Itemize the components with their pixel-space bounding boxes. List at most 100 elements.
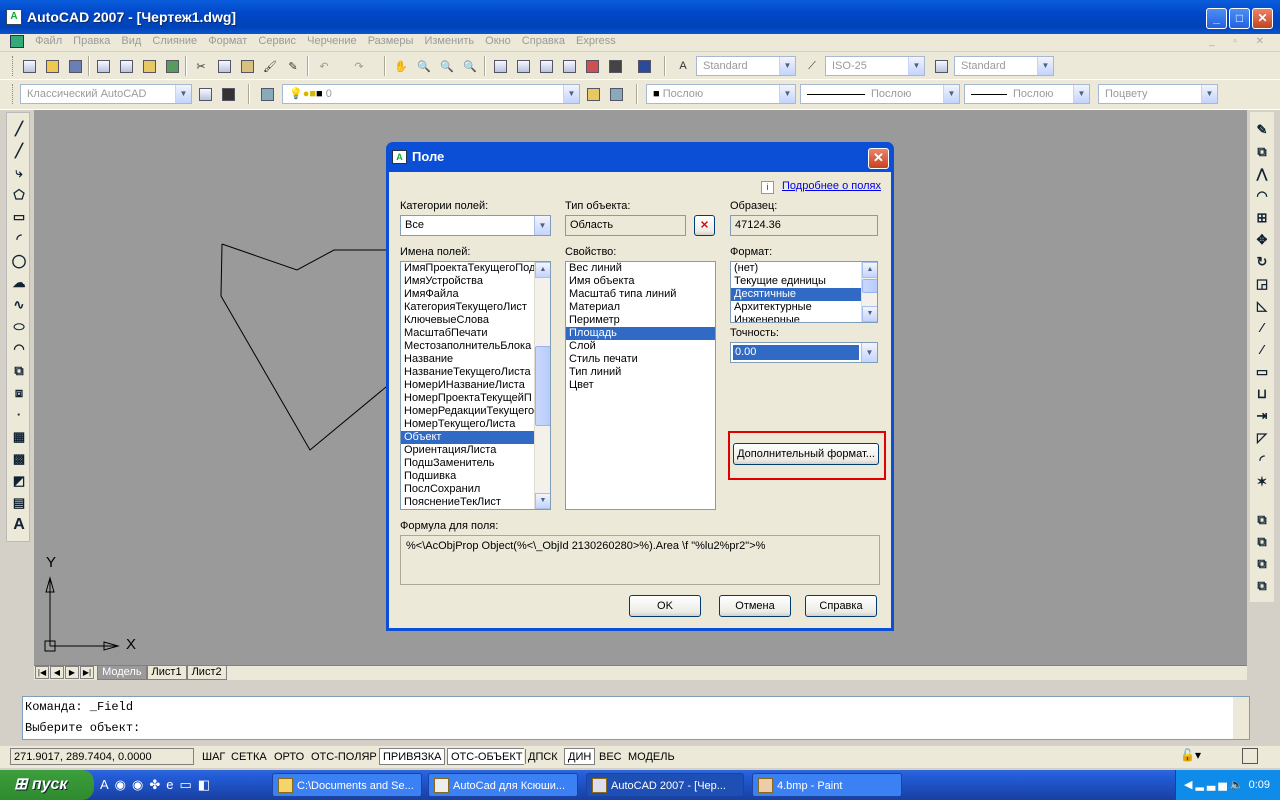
- scroll-down-icon[interactable]: ▼: [535, 493, 550, 509]
- dropdown-arrow-icon[interactable]: ▼: [779, 57, 795, 75]
- field-names-list[interactable]: ИмяПроектаТекущегоПод ИмяУстройства ИмяФай…: [400, 261, 551, 510]
- help-button[interactable]: Справка: [805, 595, 877, 617]
- bring-to-front-icon[interactable]: ⧉: [1254, 534, 1270, 550]
- dimension-style-combo[interactable]: ISO-25 ▼: [825, 56, 925, 76]
- circle-icon[interactable]: ◯: [11, 253, 27, 269]
- command-scrollbar[interactable]: [1233, 697, 1249, 739]
- snap-toggle[interactable]: ШАГ: [198, 748, 230, 765]
- send-to-back-icon[interactable]: ⧉: [1254, 556, 1270, 572]
- tray-lock-icon[interactable]: 🔓▾: [1180, 748, 1220, 765]
- offset-icon[interactable]: ◠: [1254, 188, 1270, 204]
- field-name-item[interactable]: НомерИНазваниеЛиста: [401, 379, 534, 392]
- erase-icon[interactable]: ✎: [1254, 122, 1270, 138]
- save-icon[interactable]: [66, 57, 84, 75]
- undo-icon[interactable]: ↶: [315, 57, 333, 75]
- polyline-icon[interactable]: ⤷: [11, 165, 27, 181]
- move-icon[interactable]: ✥: [1254, 232, 1270, 248]
- osnap-toggle[interactable]: ПРИВЯЗКА: [379, 748, 446, 765]
- copy-icon[interactable]: [215, 57, 233, 75]
- field-name-item[interactable]: ПояснениеТекЛист: [401, 496, 534, 509]
- format-scrollbar[interactable]: ▲ ▼: [861, 262, 877, 322]
- construction-line-icon[interactable]: ╱: [11, 143, 27, 159]
- field-name-item[interactable]: НомерРедакцииТекущего: [401, 405, 534, 418]
- fillet-icon[interactable]: ◜: [1254, 452, 1270, 468]
- property-item[interactable]: Площадь: [566, 327, 715, 340]
- cancel-button[interactable]: Отмена: [719, 595, 791, 617]
- scroll-thumb[interactable]: [535, 346, 550, 426]
- plot-preview-icon[interactable]: [117, 57, 135, 75]
- dropdown-arrow-icon[interactable]: ▼: [861, 343, 877, 362]
- mdi-window-controls-icon[interactable]: _ ▫ ✕: [1209, 36, 1272, 47]
- field-name-item[interactable]: Подшивка: [401, 470, 534, 483]
- array-icon[interactable]: ⊞: [1254, 210, 1270, 226]
- format-list[interactable]: (нет) Текущие единицы Десятичные Архитектур…: [730, 261, 878, 323]
- next-tab-icon[interactable]: ▶: [65, 666, 79, 679]
- taskbar-item-paint[interactable]: 4.bmp - Paint: [752, 773, 902, 797]
- workspace-settings-icon[interactable]: [196, 85, 214, 103]
- draw-order-icon[interactable]: ⧉: [1254, 512, 1270, 528]
- scroll-up-icon[interactable]: ▲: [535, 262, 550, 278]
- property-item[interactable]: Материал: [566, 301, 715, 314]
- format-item[interactable]: Архитектурные: [731, 301, 861, 314]
- publish-icon[interactable]: [140, 57, 158, 75]
- menu-file[interactable]: Файл: [31, 34, 66, 49]
- more-about-fields-link[interactable]: Подробнее о полях: [782, 180, 881, 192]
- point-icon[interactable]: ·: [11, 407, 27, 423]
- text-style-combo[interactable]: Standard ▼: [696, 56, 796, 76]
- dropdown-arrow-icon[interactable]: ▼: [943, 85, 959, 103]
- field-name-item[interactable]: ИмяПроектаТекущегоПод: [401, 262, 534, 275]
- menu-express[interactable]: Express: [572, 34, 620, 49]
- scroll-down-icon[interactable]: ▼: [862, 306, 877, 322]
- field-name-item[interactable]: ПослСохранил: [401, 483, 534, 496]
- gradient-icon[interactable]: ▩: [11, 451, 27, 467]
- calculator-icon[interactable]: [606, 57, 624, 75]
- polar-toggle[interactable]: ОТС-ПОЛЯР: [307, 748, 381, 765]
- table-style-combo[interactable]: Standard ▼: [954, 56, 1054, 76]
- dropdown-arrow-icon[interactable]: ▼: [908, 57, 924, 75]
- last-tab-icon[interactable]: ▶|: [80, 666, 94, 679]
- field-name-item[interactable]: ПодшЗаменитель: [401, 457, 534, 470]
- tab-model[interactable]: Модель: [97, 666, 147, 680]
- chamfer-icon[interactable]: ◸: [1254, 430, 1270, 446]
- bring-above-icon[interactable]: ⧉: [1254, 578, 1270, 594]
- menu-help[interactable]: Справка: [518, 34, 569, 49]
- lineweight-toggle[interactable]: ВЕС: [595, 748, 626, 765]
- field-name-item[interactable]: НомерПроектаТекущейП: [401, 392, 534, 405]
- dropdown-arrow-icon[interactable]: ▼: [534, 216, 550, 235]
- field-name-item[interactable]: КатегорияТекущегоЛист: [401, 301, 534, 314]
- property-item[interactable]: Имя объекта: [566, 275, 715, 288]
- command-prompt-line[interactable]: Выберите объект:: [25, 718, 1249, 739]
- layer-manager-icon[interactable]: [258, 85, 276, 103]
- make-block-icon[interactable]: ⧈: [11, 385, 27, 401]
- taskbar-item-autocad-folder[interactable]: AutoCad для Ксюши...: [428, 773, 578, 797]
- linetype-combo[interactable]: Послою ▼: [800, 84, 960, 104]
- prev-tab-icon[interactable]: ◀: [50, 666, 64, 679]
- arc-icon[interactable]: ◜: [11, 231, 27, 247]
- format-item[interactable]: Текущие единицы: [731, 275, 861, 288]
- property-item[interactable]: Тип линий: [566, 366, 715, 379]
- make-layer-current-icon[interactable]: [584, 85, 602, 103]
- field-name-item[interactable]: ОриентацияЛиста: [401, 444, 534, 457]
- color-combo[interactable]: ■ Послою ▼: [646, 84, 796, 104]
- scale-icon[interactable]: ◲: [1254, 276, 1270, 292]
- hatch-icon[interactable]: ▦: [11, 429, 27, 445]
- property-item[interactable]: Стиль печати: [566, 353, 715, 366]
- menu-view[interactable]: Вид: [117, 34, 145, 49]
- tab-sheet1[interactable]: Лист1: [146, 666, 187, 680]
- field-name-item[interactable]: Название: [401, 353, 534, 366]
- ortho-toggle[interactable]: ОРТО: [270, 748, 309, 765]
- rectangle-icon[interactable]: ▭: [11, 209, 27, 225]
- properties-icon[interactable]: [491, 57, 509, 75]
- property-item[interactable]: Цвет: [566, 379, 715, 392]
- region-icon[interactable]: ◩: [11, 473, 27, 489]
- field-name-item[interactable]: Объект: [401, 431, 534, 444]
- format-item[interactable]: Десятичные: [731, 288, 861, 301]
- ellipse-arc-icon[interactable]: ◠: [11, 341, 27, 357]
- scroll-thumb[interactable]: [862, 279, 877, 293]
- layer-combo[interactable]: 💡●■■ 0 ▼: [282, 84, 580, 104]
- cut-icon[interactable]: ✂: [192, 57, 210, 75]
- join-icon[interactable]: ⇥: [1254, 408, 1270, 424]
- menu-modify[interactable]: Изменить: [420, 34, 478, 49]
- mirror-icon[interactable]: ⋀: [1254, 166, 1270, 182]
- command-line[interactable]: Команда: _Field Выберите объект:: [22, 696, 1250, 740]
